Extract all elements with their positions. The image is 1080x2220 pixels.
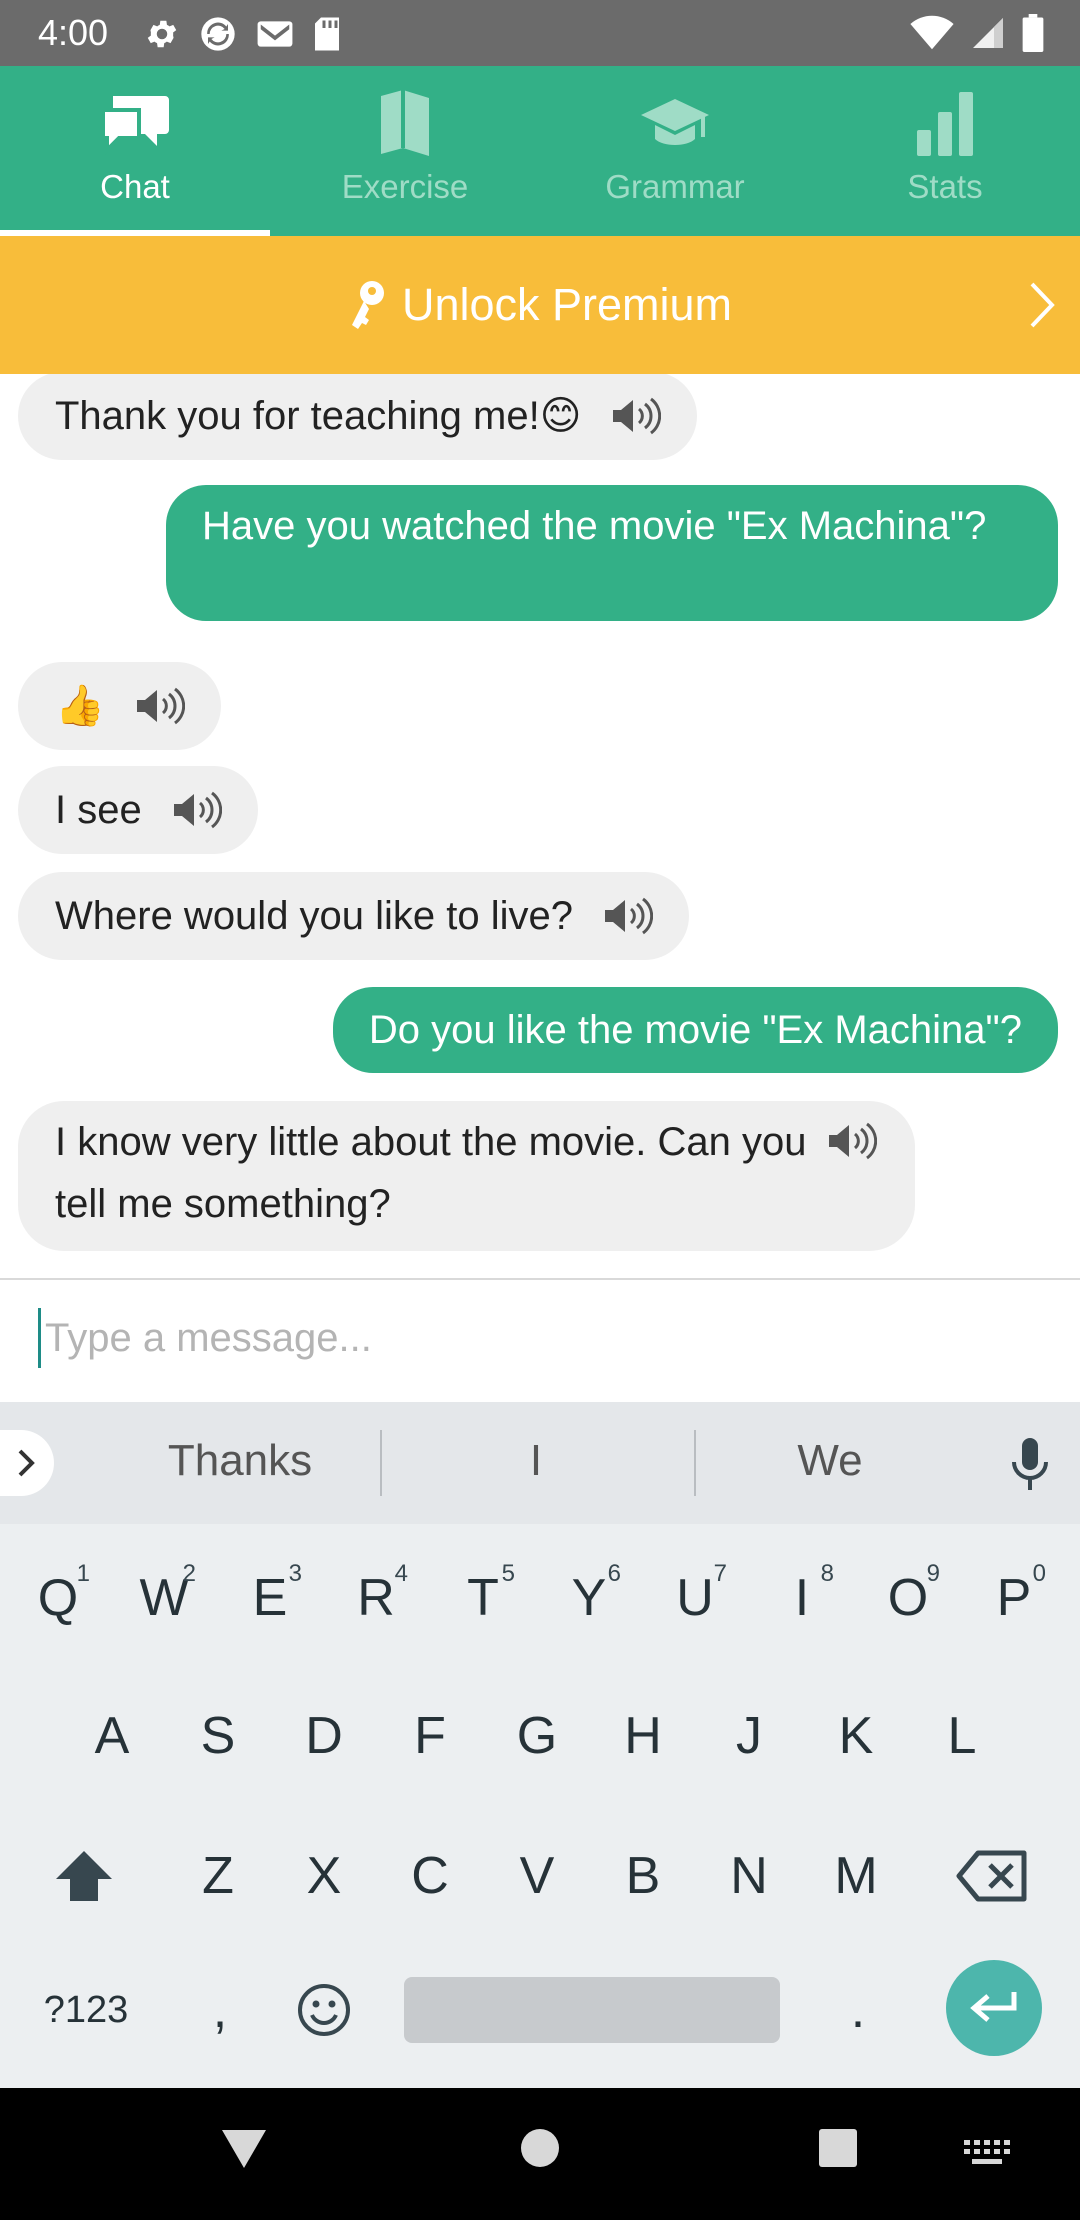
- gmail-icon: [257, 21, 293, 47]
- message-input-row: [0, 1278, 1080, 1402]
- home-icon[interactable]: [520, 2128, 560, 2168]
- key-g[interactable]: G: [487, 1676, 587, 1796]
- key-p[interactable]: P0: [964, 1538, 1064, 1658]
- key-e[interactable]: E3: [220, 1538, 320, 1658]
- key-j[interactable]: J: [699, 1676, 799, 1796]
- key-o[interactable]: O9: [858, 1538, 958, 1658]
- tab-label: Stats: [907, 168, 983, 205]
- status-bar: 4:00: [0, 0, 1080, 66]
- settings-icon: [147, 20, 177, 48]
- key-l[interactable]: L: [912, 1676, 1012, 1796]
- key-s[interactable]: S: [168, 1676, 268, 1796]
- message-bubble-bot: I see: [18, 766, 258, 854]
- key-r[interactable]: R4: [326, 1538, 426, 1658]
- message-bubble-bot: I know very little about the movie. Can …: [18, 1101, 915, 1251]
- message-bubble-bot: Thank you for teaching me!😊: [18, 374, 698, 460]
- recents-icon[interactable]: [818, 2128, 858, 2168]
- key-v[interactable]: V: [487, 1816, 587, 1936]
- premium-label: Unlock Premium: [401, 279, 733, 330]
- microphone-icon[interactable]: [1010, 1436, 1050, 1492]
- space-bar[interactable]: [404, 1977, 780, 2043]
- key-m[interactable]: M: [806, 1816, 906, 1936]
- tab-grammar[interactable]: Grammar: [540, 66, 810, 236]
- status-time: 4:00: [38, 12, 109, 53]
- sync-icon: [201, 17, 235, 51]
- message-text: I see: [55, 788, 142, 832]
- emoji-key[interactable]: [274, 1950, 374, 2070]
- back-icon[interactable]: [220, 2126, 268, 2170]
- key-a[interactable]: A: [62, 1676, 162, 1796]
- on-screen-keyboard: Thanks I We Q1 W2 E3 R4 T5 Y6 U7 I8 O9 P…: [0, 1402, 1080, 2088]
- speaker-icon[interactable]: [609, 396, 662, 436]
- chat-icon: [101, 96, 169, 155]
- key-x[interactable]: X: [274, 1816, 374, 1936]
- keyboard-switch-icon[interactable]: [964, 2140, 1010, 2168]
- suggestion-bar: Thanks I We: [0, 1402, 1080, 1524]
- tab-bar: Chat Exercise Grammar Stats: [0, 66, 1080, 236]
- message-bubble-user: Have you watched the movie "Ex Machina"?: [166, 485, 1058, 621]
- chat-messages: Thank you for teaching me!😊 Have you wat…: [0, 374, 1080, 1278]
- tab-exercise[interactable]: Exercise: [270, 66, 540, 236]
- key-d[interactable]: D: [274, 1676, 374, 1796]
- comma-key[interactable]: ,: [170, 1950, 270, 2070]
- expand-suggestions-button[interactable]: [0, 1430, 54, 1496]
- key-w[interactable]: W2: [114, 1538, 214, 1658]
- tab-label: Grammar: [605, 168, 745, 205]
- key-b[interactable]: B: [593, 1816, 693, 1936]
- tab-label: Exercise: [341, 168, 469, 205]
- bar-chart-icon: [917, 92, 973, 156]
- suggestion-2[interactable]: I: [426, 1436, 646, 1486]
- message-text: Where would you like to live?: [55, 894, 574, 938]
- message-bubble-bot: Where would you like to live?: [18, 872, 690, 960]
- tab-chat[interactable]: Chat: [0, 66, 270, 236]
- message-text: I know very little about the movie. Can …: [55, 1120, 807, 1226]
- speaker-icon[interactable]: [601, 896, 654, 936]
- backspace-key[interactable]: [942, 1816, 1042, 1936]
- book-icon: [381, 90, 429, 156]
- chevron-right-icon: [1030, 282, 1055, 328]
- key-y[interactable]: Y6: [539, 1538, 639, 1658]
- shift-icon: [56, 1851, 112, 1901]
- cell-signal-icon: [973, 18, 1003, 48]
- backspace-icon: [956, 1850, 1027, 1902]
- shift-key[interactable]: [34, 1816, 134, 1936]
- message-input[interactable]: [38, 1308, 1038, 1368]
- key-q[interactable]: Q1: [8, 1538, 108, 1658]
- message-bubble-user: Do you like the movie "Ex Machina"?: [332, 987, 1058, 1073]
- speaker-icon[interactable]: [133, 686, 185, 726]
- chevron-right-icon: [18, 1449, 35, 1477]
- battery-icon: [1022, 14, 1044, 52]
- key-u[interactable]: U7: [645, 1538, 745, 1658]
- key-k[interactable]: K: [806, 1676, 906, 1796]
- period-key[interactable]: .: [808, 1950, 908, 2070]
- unlock-premium-banner[interactable]: Unlock Premium: [0, 236, 1080, 374]
- speaker-icon[interactable]: [825, 1121, 877, 1161]
- symbols-key[interactable]: ?123: [30, 1950, 142, 2070]
- suggestion-1[interactable]: Thanks: [130, 1436, 350, 1486]
- message-text: Do you like the movie "Ex Machina"?: [368, 1008, 1022, 1052]
- message-text: Thank you for teaching me!😊: [55, 394, 582, 438]
- key-h[interactable]: H: [593, 1676, 693, 1796]
- tab-stats[interactable]: Stats: [810, 66, 1080, 236]
- message-bubble-bot: 👍: [18, 662, 221, 750]
- key-z[interactable]: Z: [168, 1816, 268, 1936]
- key-icon: [351, 281, 384, 329]
- message-text: 👍: [55, 684, 105, 728]
- key-i[interactable]: I8: [752, 1538, 852, 1658]
- key-c[interactable]: C: [380, 1816, 480, 1936]
- graduation-cap-icon: [641, 99, 709, 145]
- enter-key[interactable]: [946, 1960, 1042, 2056]
- message-text: Have you watched the movie "Ex Machina"?: [202, 504, 987, 548]
- key-f[interactable]: F: [380, 1676, 480, 1796]
- speaker-icon[interactable]: [170, 790, 222, 830]
- enter-icon: [970, 1992, 1017, 2022]
- system-nav-bar: [0, 2088, 1080, 2220]
- emoji-icon: [298, 1984, 350, 2036]
- wifi-icon: [910, 15, 954, 50]
- sd-card-icon: [315, 17, 339, 51]
- key-t[interactable]: T5: [433, 1538, 533, 1658]
- suggestion-3[interactable]: We: [720, 1436, 940, 1486]
- key-n[interactable]: N: [699, 1816, 799, 1936]
- tab-label: Chat: [100, 168, 170, 205]
